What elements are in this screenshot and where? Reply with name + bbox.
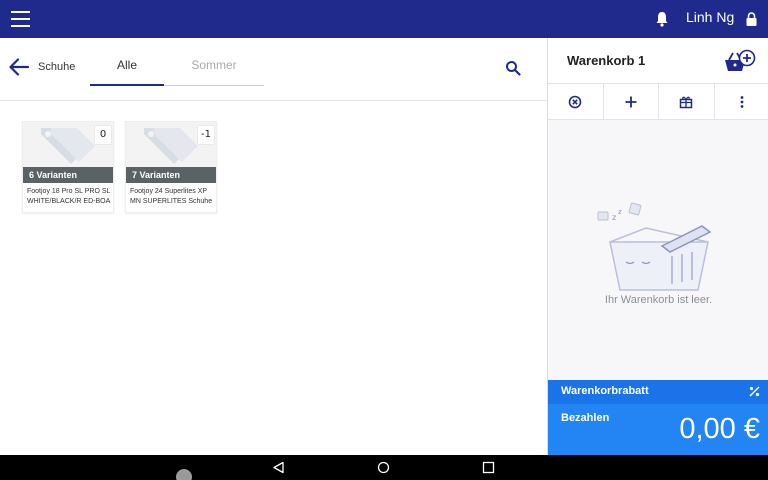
menu-icon[interactable]	[11, 11, 30, 27]
system-nav-bar	[0, 455, 768, 480]
cart-pane: Warenkorb 1 z z Ihr Warenkorb ist leer. …	[547, 38, 768, 455]
cart-total: 0,00 €	[679, 413, 760, 445]
tab-indicator	[90, 84, 164, 86]
stock-badge: 0	[95, 126, 111, 144]
percent-icon	[749, 386, 760, 397]
lock-icon[interactable]	[746, 12, 757, 26]
tab-divider	[164, 85, 264, 86]
variants-label: 6 Varianten	[23, 167, 113, 183]
cart-title[interactable]: Warenkorb 1	[567, 53, 645, 68]
cart-header: Warenkorb 1	[548, 38, 768, 84]
catalog-pane: Schuhe Alle Sommer 0 6 Varianten Footjoy…	[0, 38, 547, 455]
cancel-circle-icon	[568, 95, 582, 108]
floating-dot[interactable]	[176, 469, 192, 480]
user-name[interactable]: Linh Ng	[686, 9, 734, 25]
search-icon[interactable]	[505, 60, 521, 76]
tab-alle[interactable]: Alle	[90, 58, 164, 72]
add-item-button[interactable]	[604, 84, 659, 119]
stock-badge: -1	[198, 126, 214, 144]
category-label[interactable]: Schuhe	[38, 61, 75, 73]
product-card[interactable]: -1 7 Varianten Footjoy 24 Superlites XP …	[125, 121, 217, 213]
gift-icon	[680, 96, 693, 108]
more-options-button[interactable]	[715, 84, 768, 119]
product-card[interactable]: 0 6 Varianten Footjoy 18 Pro SL PRO SL W…	[22, 121, 114, 213]
nav-recent-apps-icon[interactable]	[482, 461, 495, 474]
product-name: Footjoy 24 Superlites XP MN SUPERLITES S…	[130, 188, 213, 205]
product-thumbnail: -1	[126, 122, 216, 167]
more-vert-icon	[740, 95, 744, 108]
catalog-header: Schuhe Alle Sommer	[0, 38, 547, 101]
nav-back-icon[interactable]	[272, 461, 285, 474]
tab-sommer[interactable]: Sommer	[164, 58, 264, 72]
nav-home-icon[interactable]	[377, 461, 390, 474]
tag-icon	[144, 128, 198, 164]
product-name: Footjoy 18 Pro SL PRO SL WHITE/BLACK/R E…	[27, 188, 111, 205]
variants-label: 7 Varianten	[126, 167, 216, 183]
app-bar: Linh Ng	[0, 0, 768, 38]
empty-cart-message: Ihr Warenkorb ist leer.	[604, 294, 713, 306]
bell-icon[interactable]	[655, 11, 669, 27]
empty-basket-icon: z z	[597, 202, 712, 291]
product-thumbnail: 0	[23, 122, 113, 167]
pay-label: Bezahlen	[561, 412, 610, 424]
discount-label: Warenkorbrabatt	[561, 385, 649, 397]
voucher-button[interactable]	[659, 84, 715, 119]
svg-text:z: z	[618, 208, 622, 216]
clear-cart-button[interactable]	[548, 84, 604, 119]
add-cart-icon[interactable]	[723, 49, 757, 73]
cart-action-bar	[548, 84, 768, 120]
cart-discount-button[interactable]: Warenkorbrabatt	[548, 380, 768, 404]
pay-button[interactable]: Bezahlen 0,00 €	[548, 404, 768, 455]
back-arrow-icon[interactable]	[9, 58, 29, 76]
plus-icon	[625, 96, 637, 107]
tag-icon	[41, 128, 95, 164]
svg-text:z: z	[612, 213, 616, 222]
